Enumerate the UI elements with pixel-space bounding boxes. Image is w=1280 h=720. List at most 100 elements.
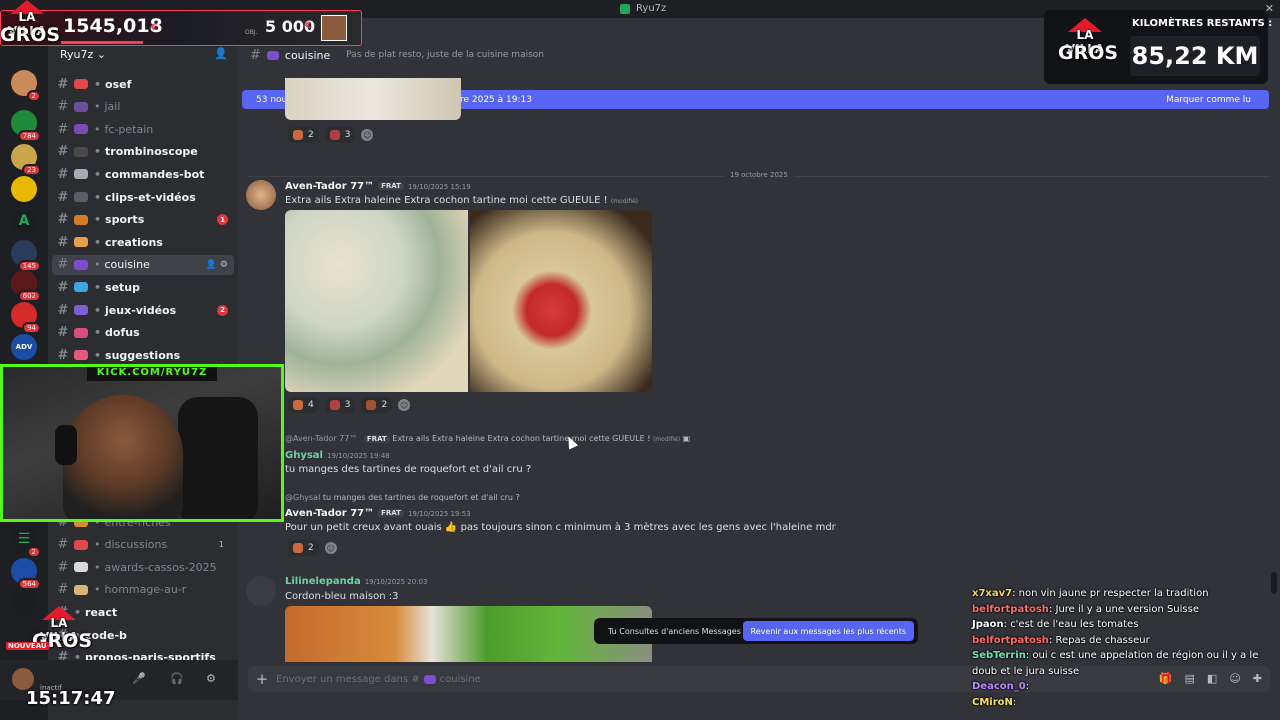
chat-username: SebTerrin xyxy=(972,650,1026,661)
server-icon-9[interactable]: 564 xyxy=(11,558,41,590)
add-attachment-icon[interactable]: + xyxy=(248,670,276,688)
reaction[interactable]: 4 xyxy=(288,397,319,413)
date-divider-text: 19 octobre 2025 xyxy=(724,171,794,179)
eggplant-icon xyxy=(266,50,279,60)
attachment-image[interactable] xyxy=(285,210,468,392)
channel-item[interactable]: # • awards-cassos-2025 xyxy=(52,557,234,577)
server-icon-8[interactable]: ☰ 2 xyxy=(11,526,41,558)
channel-emoji-icon xyxy=(74,124,88,135)
server-icon-a[interactable]: A xyxy=(11,208,37,234)
channel-item[interactable]: # • dofus xyxy=(52,323,234,343)
brand-logo-km: LA VILLA GROS xyxy=(1058,18,1119,74)
reply-reference[interactable]: @Aven-Tador 77™ FRAT Extra ails Extra ha… xyxy=(285,434,690,443)
reaction-count: 4 xyxy=(308,400,314,410)
jump-to-present-button[interactable]: Revenir aux messages les plus récents xyxy=(742,621,914,641)
channel-item[interactable]: # • hommage-au-r xyxy=(52,580,234,600)
score-currency: € xyxy=(151,23,158,33)
server-icon-2[interactable]: 784 xyxy=(11,110,41,142)
microphone-icon[interactable]: 🎤 xyxy=(132,672,146,685)
separator-dot: • xyxy=(94,145,102,159)
channel-item[interactable]: # • jail xyxy=(52,97,234,117)
chat-username: CMiroN xyxy=(972,696,1013,708)
channel-item[interactable]: # • sports 1 xyxy=(52,210,234,230)
message-author[interactable]: Aven-Tador 77™ FRAT 19/10/2025 19:53 xyxy=(285,508,471,519)
avatar[interactable] xyxy=(246,180,276,210)
reaction[interactable]: 3 xyxy=(324,127,356,143)
webcam-overlay: KICK.COM/RYU7Z xyxy=(0,364,284,522)
channel-item[interactable]: # • fc-petain xyxy=(52,119,234,139)
separator-dot: • xyxy=(94,348,102,362)
channel-item[interactable]: # • jeux-vidéos 2 xyxy=(52,300,234,320)
hash-icon: # xyxy=(57,257,69,273)
chat-message: Repas de chasseur xyxy=(1055,634,1150,646)
channel-name: suggestions xyxy=(105,348,181,362)
chat-username: belfortpatosh xyxy=(972,603,1049,615)
brand-bottom: GROS xyxy=(1058,42,1119,64)
brand-logo: LA VILLA GROS xyxy=(0,0,60,56)
reply-reference[interactable]: @Ghysal tu manges des tartines de roquef… xyxy=(285,493,520,502)
channel-item[interactable]: # • trombinoscope xyxy=(52,142,234,162)
message-author[interactable]: Lilinelepanda 19/10/2025 20:03 xyxy=(285,576,427,587)
add-reaction-icon[interactable]: ☺ xyxy=(324,542,337,554)
channel-emoji-icon xyxy=(74,562,88,573)
avatar[interactable] xyxy=(12,668,34,690)
reaction[interactable]: 2 xyxy=(361,397,393,413)
reaction[interactable]: 2 xyxy=(288,540,319,556)
streamer-avatar xyxy=(321,15,347,41)
server-icon-1[interactable]: 2 xyxy=(11,70,41,102)
thumbs-up-icon: 👍 xyxy=(444,522,458,533)
message-body: Extra ails Extra haleine Extra cochon ta… xyxy=(285,195,608,206)
message-body: pas toujours sinon c minimum à 3 mètres … xyxy=(460,522,836,533)
channel-item[interactable]: # • discussions 1 xyxy=(52,535,234,555)
reaction[interactable]: 2 xyxy=(288,127,319,143)
server-icon-adv[interactable]: ADV xyxy=(11,334,37,360)
reaction-bar: 2 ☺ xyxy=(288,540,337,556)
server-badge: 2 xyxy=(26,90,41,102)
composer-placeholder: Envoyer un message dans # xyxy=(276,673,420,685)
channel-item[interactable]: # • osef xyxy=(52,74,234,94)
server-icon-3[interactable]: 23 xyxy=(11,144,41,176)
channel-emoji-icon xyxy=(74,350,88,361)
message-author[interactable]: Ghysal 19/10/2025 19:48 xyxy=(285,450,390,461)
server-header[interactable]: Ryu7z ⌄ 👤 xyxy=(48,44,238,64)
mark-as-read-button[interactable]: Marquer comme lu xyxy=(1166,95,1251,105)
server-icon-7[interactable]: 94 xyxy=(11,302,41,334)
channel-emoji-icon xyxy=(74,259,88,270)
reaction-count: 2 xyxy=(308,543,314,553)
headphones-icon[interactable]: 🎧 xyxy=(170,672,184,685)
chat-username: x7xav7 xyxy=(972,588,1013,599)
chat-username: belfortpatosh xyxy=(972,634,1049,646)
channel-item[interactable]: # • setup xyxy=(52,277,234,297)
channel-emoji-icon xyxy=(74,101,88,112)
channel-item[interactable]: # • commandes-bot xyxy=(52,164,234,184)
server-badge: 94 xyxy=(22,322,41,334)
avatar[interactable] xyxy=(246,576,276,606)
gear-icon[interactable]: ⚙ xyxy=(206,672,216,685)
add-user-icon[interactable]: 👤 xyxy=(214,47,228,60)
server-icon-6[interactable]: 602 xyxy=(11,270,41,302)
attachment-image[interactable] xyxy=(470,210,652,392)
channel-item[interactable]: # • creations xyxy=(52,232,234,252)
reply-mention: @Aven-Tador 77™ xyxy=(285,434,358,443)
channel-emoji-icon xyxy=(74,79,88,89)
headset-shape xyxy=(55,425,77,465)
message-author[interactable]: Aven-Tador 77™ FRAT 19/10/2025 15:19 xyxy=(285,181,471,192)
hash-icon: # xyxy=(57,121,69,137)
server-icon-4[interactable] xyxy=(11,176,37,202)
channel-item[interactable]: # • clips-et-vidéos xyxy=(52,187,234,207)
attachment-image[interactable] xyxy=(285,78,461,120)
channel-name: clips-et-vidéos xyxy=(105,190,196,204)
add-reaction-icon[interactable]: ☺ xyxy=(361,129,374,141)
progress-bar xyxy=(61,41,143,44)
add-reaction-icon[interactable]: ☺ xyxy=(398,399,411,411)
reaction-count: 2 xyxy=(308,130,314,140)
channel-name: jail xyxy=(104,100,121,114)
server-icon-5[interactable]: 145 xyxy=(11,240,41,272)
channel-settings-icon[interactable]: 👤 ⚙ xyxy=(206,260,228,270)
reaction[interactable]: 3 xyxy=(324,397,356,413)
channel-item[interactable]: # • suggestions xyxy=(52,345,234,365)
guild-tag: FRAT xyxy=(378,509,404,517)
channel-item[interactable]: # • couisine 👤 ⚙ xyxy=(52,254,234,275)
separator-dot: • xyxy=(94,100,101,114)
channel-emoji-icon xyxy=(74,327,88,338)
